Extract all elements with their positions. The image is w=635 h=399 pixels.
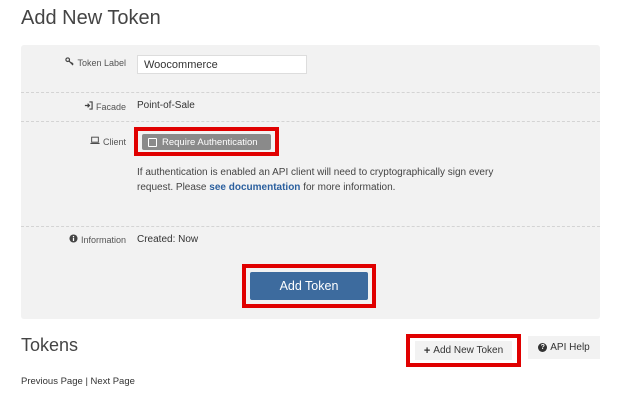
pager-separator: | (85, 376, 88, 387)
next-page-link[interactable]: Next Page (91, 376, 135, 387)
require-auth-highlight: Require Authentication (134, 127, 279, 156)
checkbox-icon (148, 137, 157, 147)
token-label-label: Token Label (65, 57, 126, 68)
information-label: Information (69, 234, 126, 245)
add-token-highlight: Add Token (242, 264, 376, 308)
add-new-token-button[interactable]: + Add New Token (415, 341, 512, 360)
require-auth-toggle[interactable]: Require Authentication (142, 134, 271, 150)
auth-help-text: If authentication is enabled an API clie… (137, 167, 494, 193)
facade-row: Facade Point-of-Sale (21, 92, 600, 122)
pagination: Previous Page | Next Page (21, 376, 135, 387)
plus-icon: + (423, 344, 431, 357)
question-circle-icon: ? (538, 343, 548, 352)
tokens-heading: Tokens (21, 335, 79, 355)
sign-in-icon (84, 101, 93, 112)
token-label-input[interactable] (137, 55, 307, 74)
see-documentation-link[interactable]: see documentation (209, 182, 300, 193)
facade-label: Facade (84, 101, 126, 112)
laptop-icon (90, 136, 100, 147)
page-title: Add New Token (21, 7, 161, 29)
previous-page-link[interactable]: Previous Page (21, 376, 83, 387)
key-icon (65, 57, 74, 68)
api-help-button[interactable]: ? API Help (528, 336, 600, 359)
client-label: Client (90, 136, 126, 147)
information-value: Created: Now (137, 234, 199, 245)
add-new-token-highlight: + Add New Token (406, 334, 521, 367)
token-label-row: Token Label (21, 45, 600, 93)
facade-value: Point-of-Sale (137, 100, 195, 111)
add-token-button[interactable]: Add Token (250, 272, 368, 300)
info-circle-icon (69, 234, 78, 245)
